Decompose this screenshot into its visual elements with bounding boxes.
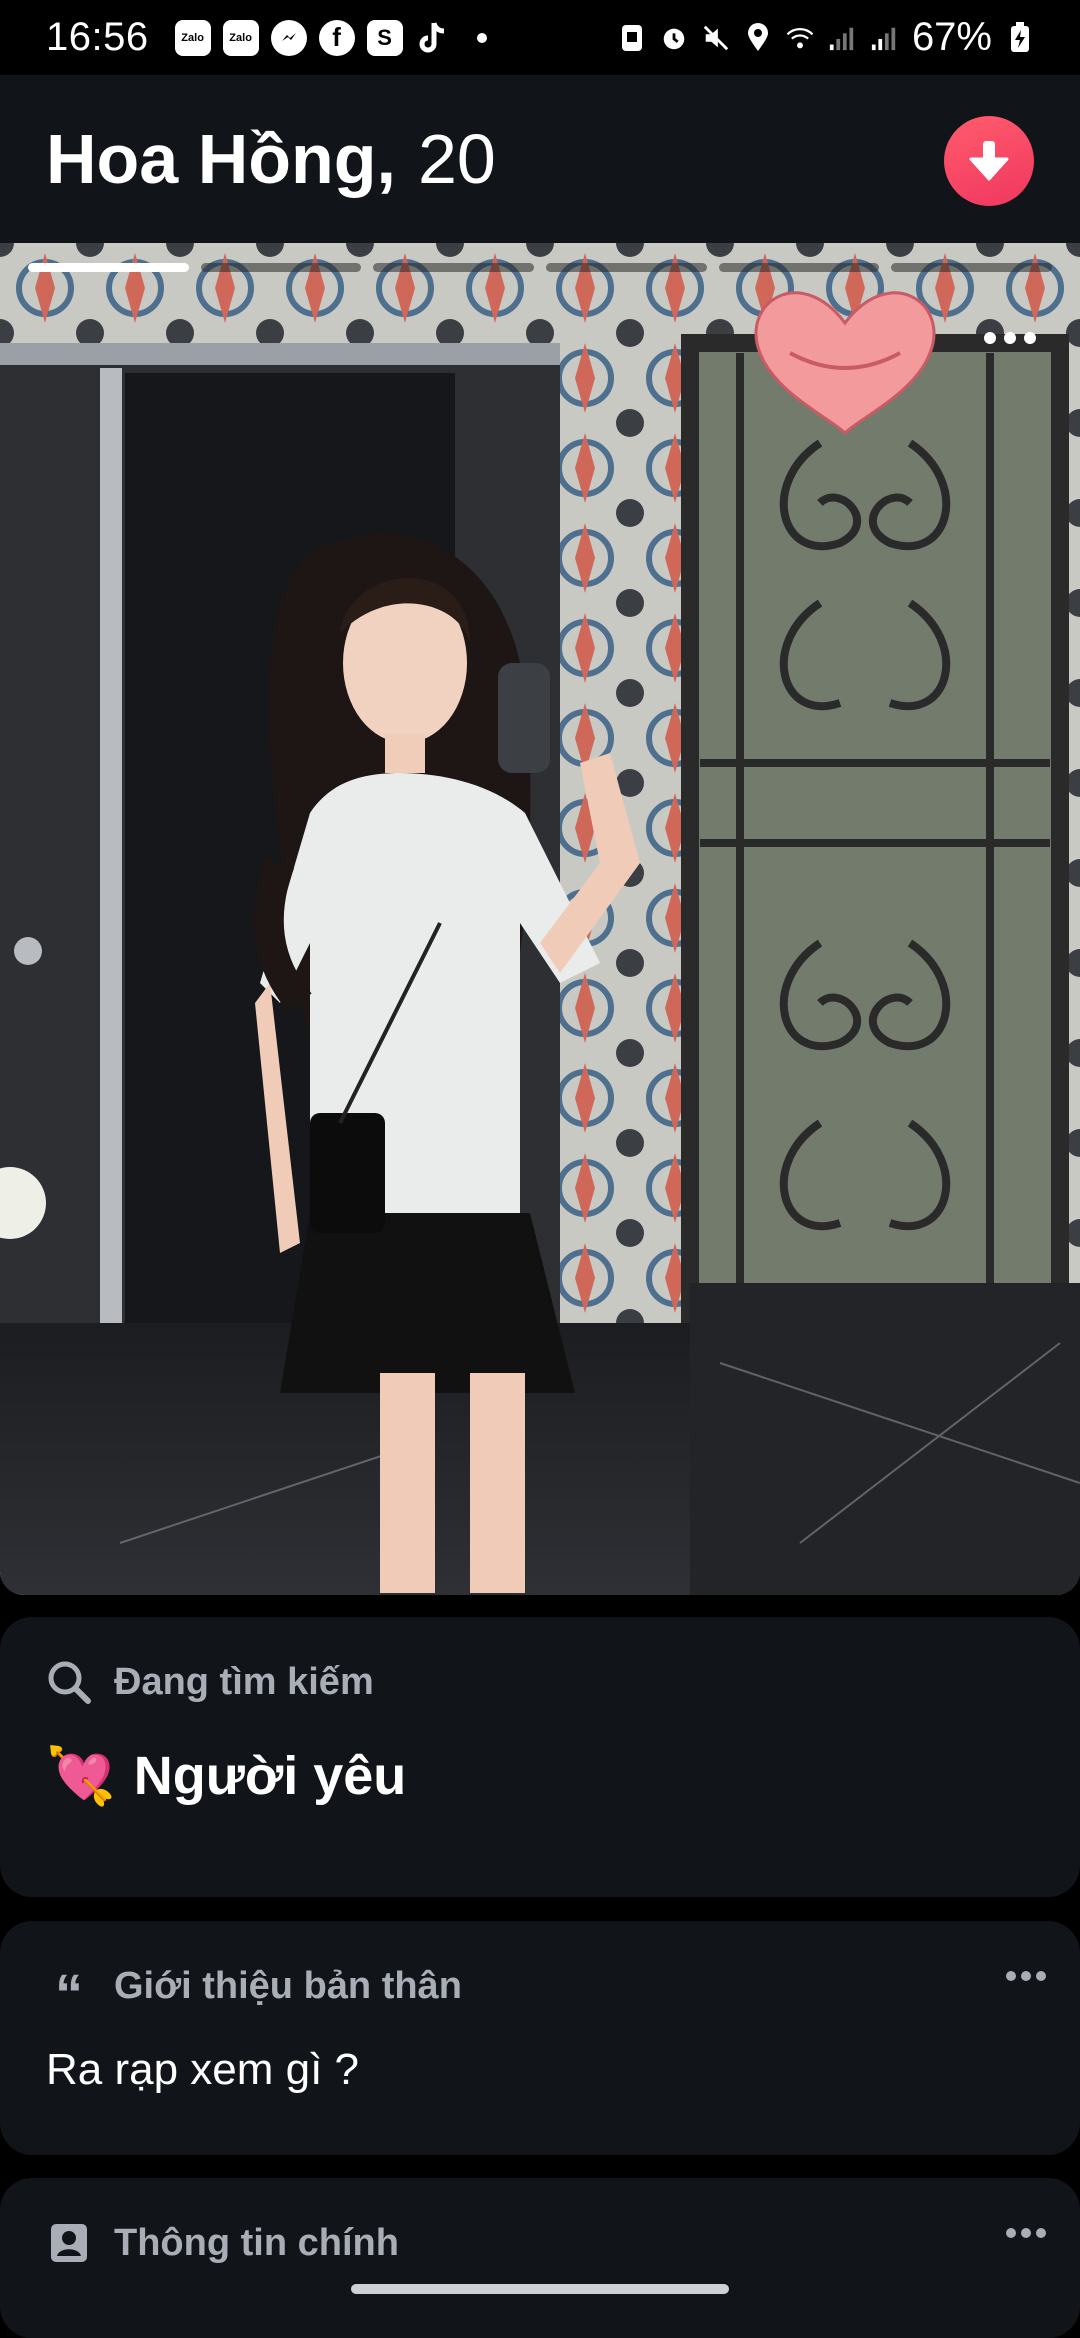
profile-age: 20 (417, 120, 496, 198)
more-options-icon[interactable] (980, 323, 1040, 353)
zalo-icon: Zalo (222, 19, 259, 56)
signal-icon (870, 23, 898, 53)
notification-dot-icon (476, 32, 487, 43)
alarm-icon (660, 23, 688, 53)
zalo-icon: Zalo (174, 19, 211, 56)
battery-percent: 67% (911, 15, 992, 59)
signal-icon (828, 23, 856, 53)
looking-for-card: Đang tìm kiếm 💘 Người yêu (0, 1617, 1080, 1897)
contact-card-icon (51, 2224, 87, 2262)
photo-progress-segment (891, 263, 1053, 272)
quote-icon: “ (55, 1962, 83, 2025)
about-card: “ Giới thiệu bản thân Ra rạp xem gì ? (0, 1921, 1080, 2155)
battery-charging-icon (1006, 21, 1034, 53)
more-options-icon[interactable] (1004, 2226, 1048, 2240)
heart-arrow-icon: 💘 (46, 1744, 116, 1807)
profile-header: Hoa Hồng, 20 (0, 75, 1080, 243)
photo-progress-segment (28, 263, 189, 272)
location-icon (744, 22, 772, 53)
messenger-icon (270, 19, 307, 56)
status-time: 16:56 (46, 15, 149, 59)
about-text: Ra rạp xem gì ? (46, 2045, 360, 2094)
photo-progress-segment (718, 263, 880, 272)
looking-for-value: Người yêu (133, 1746, 407, 1806)
home-indicator[interactable] (351, 2284, 729, 2294)
arrow-down-icon (969, 141, 1009, 181)
mute-icon (702, 23, 730, 53)
looking-for-label: Đang tìm kiếm (114, 1660, 374, 1703)
shopee-icon: S (366, 19, 403, 56)
facebook-icon: f (318, 19, 355, 56)
search-icon (48, 1661, 91, 1704)
photo-progress-segment (546, 263, 707, 272)
about-label: Giới thiệu bản thân (114, 1964, 462, 2007)
profile-name: Hoa Hồng, (46, 120, 396, 198)
basics-label: Thông tin chính (114, 2221, 399, 2264)
photo-progress-segment (373, 263, 535, 272)
wifi-icon (786, 23, 814, 53)
photo-progress (28, 263, 1053, 273)
tiktok-icon (415, 20, 451, 56)
screenshot-icon (618, 23, 646, 53)
profile-photo[interactable] (0, 243, 1080, 1595)
collapse-profile-button[interactable] (944, 116, 1034, 206)
basics-card: Thông tin chính (0, 2178, 1080, 2338)
photo-progress-segment (200, 263, 362, 272)
status-bar: 16:56 Zalo Zalo f S 67% (0, 0, 1080, 75)
more-options-icon[interactable] (1004, 1969, 1048, 1983)
